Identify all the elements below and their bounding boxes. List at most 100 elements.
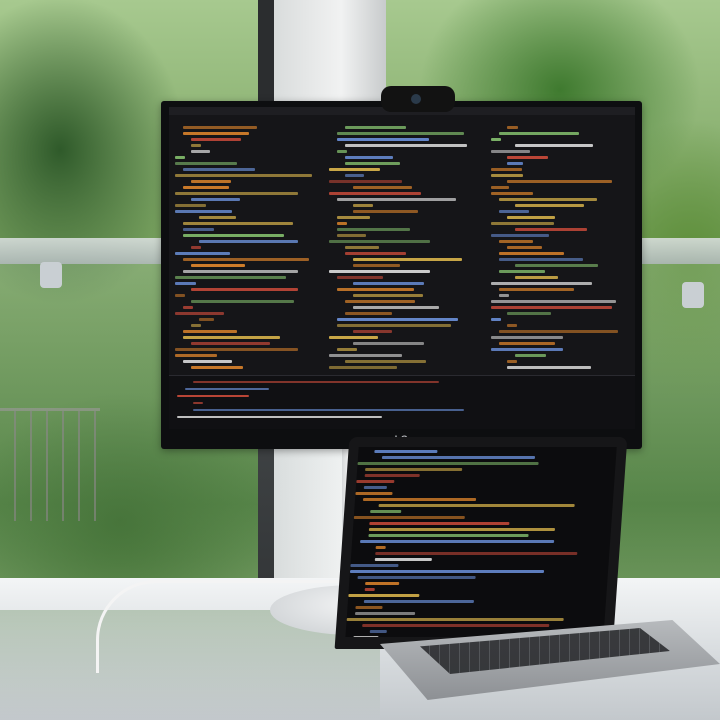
code-line xyxy=(191,342,270,345)
code-line xyxy=(515,264,598,267)
code-line xyxy=(353,186,412,189)
code-line xyxy=(185,388,269,390)
code-line xyxy=(353,258,462,261)
code-line xyxy=(175,354,217,357)
code-line xyxy=(368,534,529,537)
code-line xyxy=(357,462,539,465)
code-line xyxy=(193,402,203,404)
code-line xyxy=(515,144,593,147)
code-line xyxy=(507,162,523,165)
code-line xyxy=(337,348,357,351)
code-line xyxy=(337,288,414,291)
code-line xyxy=(368,528,556,531)
code-line xyxy=(375,552,578,555)
code-line xyxy=(337,228,410,231)
code-line xyxy=(345,144,467,147)
code-line xyxy=(193,381,439,383)
code-line xyxy=(507,312,551,315)
code-line xyxy=(183,360,232,363)
code-line xyxy=(491,234,549,237)
code-line xyxy=(369,522,510,525)
code-line xyxy=(491,186,509,189)
code-line xyxy=(499,252,564,255)
code-line xyxy=(199,240,298,243)
code-line xyxy=(191,180,231,183)
code-line xyxy=(345,312,392,315)
code-line xyxy=(364,588,375,591)
code-line xyxy=(507,126,518,129)
code-line xyxy=(515,204,584,207)
code-line xyxy=(183,168,255,171)
code-line xyxy=(191,150,210,153)
code-line xyxy=(337,222,347,225)
code-line xyxy=(183,222,293,225)
code-line xyxy=(337,150,347,153)
code-line xyxy=(355,492,393,495)
laptop-lid xyxy=(334,437,628,649)
code-line xyxy=(191,144,201,147)
code-line xyxy=(491,306,612,309)
code-line xyxy=(183,126,257,129)
code-line xyxy=(370,510,402,513)
code-line xyxy=(175,294,185,297)
code-line xyxy=(175,174,312,177)
code-line xyxy=(175,252,230,255)
code-line xyxy=(345,174,364,177)
code-line xyxy=(491,336,563,339)
code-line xyxy=(362,498,477,501)
code-line xyxy=(329,366,397,369)
code-line xyxy=(183,228,214,231)
code-line xyxy=(353,264,400,267)
code-line xyxy=(183,132,249,135)
code-line xyxy=(353,306,439,309)
code-line xyxy=(374,558,432,561)
code-line xyxy=(191,300,294,303)
code-line xyxy=(357,576,476,579)
code-line xyxy=(175,312,224,315)
code-line xyxy=(199,318,214,321)
code-line xyxy=(329,336,378,339)
code-line xyxy=(354,612,416,615)
code-line xyxy=(353,516,465,519)
code-line xyxy=(363,486,387,489)
code-line xyxy=(491,192,533,195)
code-line xyxy=(329,168,380,171)
code-line xyxy=(345,156,393,159)
code-line xyxy=(365,582,400,585)
photo-scene: LG xyxy=(0,0,720,720)
code-line xyxy=(491,318,501,321)
code-line xyxy=(499,132,579,135)
code-line xyxy=(378,504,575,507)
code-line xyxy=(350,564,399,567)
code-line xyxy=(353,342,424,345)
code-line xyxy=(175,162,237,165)
code-line xyxy=(499,198,597,201)
code-line xyxy=(507,360,517,363)
code-pane-right xyxy=(491,123,629,373)
code-line xyxy=(183,234,284,237)
code-line xyxy=(363,600,475,603)
code-line xyxy=(345,126,406,129)
code-line xyxy=(515,228,587,231)
code-line xyxy=(177,416,382,418)
code-line xyxy=(337,198,456,201)
code-line xyxy=(337,324,451,327)
code-line xyxy=(491,138,501,141)
code-line xyxy=(329,192,421,195)
code-line xyxy=(183,330,237,333)
code-line xyxy=(364,474,420,477)
code-line xyxy=(337,132,464,135)
code-line xyxy=(337,234,366,237)
code-line xyxy=(507,246,542,249)
code-line xyxy=(183,270,298,273)
code-line xyxy=(183,258,309,261)
code-line xyxy=(183,186,229,189)
code-line xyxy=(191,138,241,141)
code-line xyxy=(337,216,370,219)
code-line xyxy=(175,282,196,285)
code-line xyxy=(499,270,545,273)
code-line xyxy=(499,258,583,261)
laptop-display-terminal xyxy=(345,447,617,637)
code-line xyxy=(191,366,243,369)
code-pane-middle xyxy=(329,123,479,373)
